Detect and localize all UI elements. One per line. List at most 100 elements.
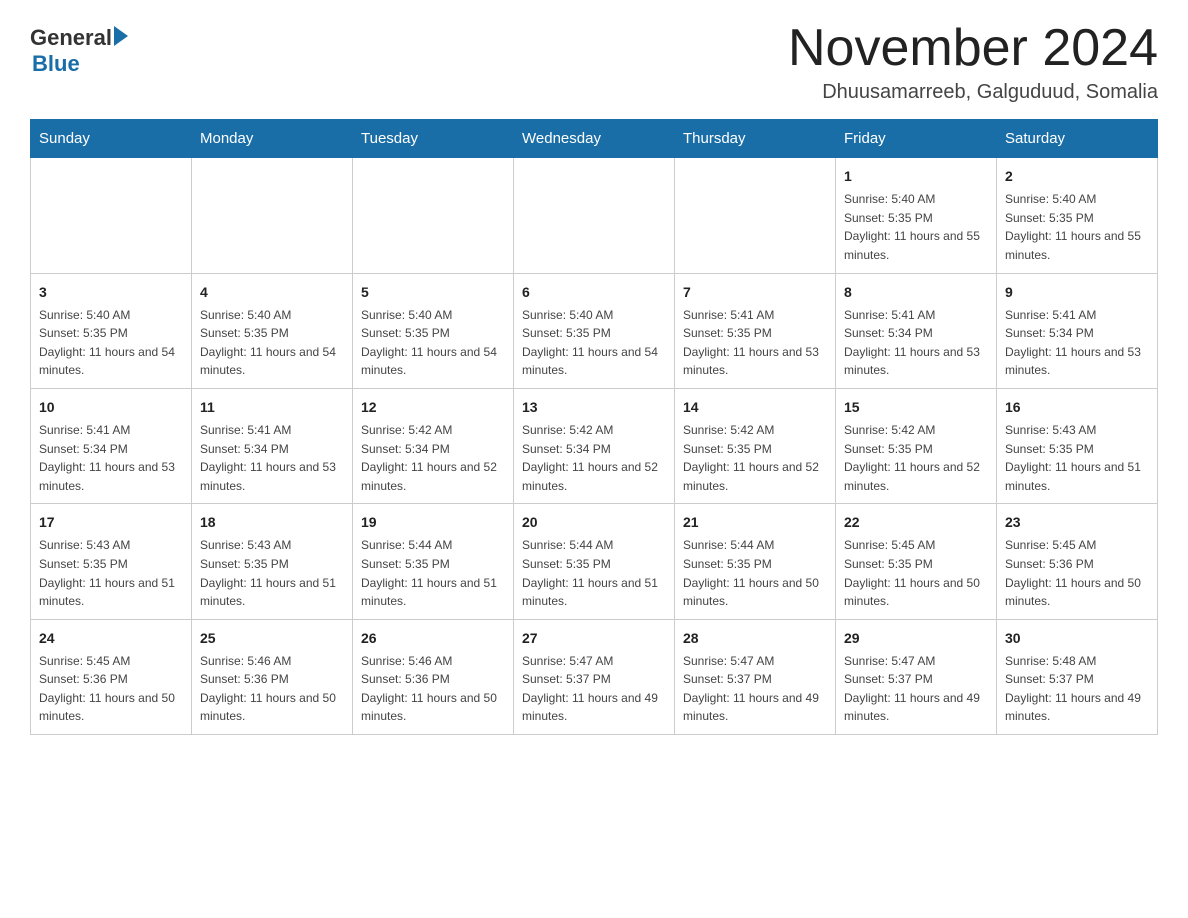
day-number: 30	[1005, 628, 1149, 649]
calendar-table: SundayMondayTuesdayWednesdayThursdayFrid…	[30, 119, 1158, 735]
day-info: Sunrise: 5:47 AMSunset: 5:37 PMDaylight:…	[522, 652, 666, 726]
day-info: Sunrise: 5:43 AMSunset: 5:35 PMDaylight:…	[200, 536, 344, 610]
logo-arrow-icon	[114, 26, 128, 46]
day-info: Sunrise: 5:45 AMSunset: 5:36 PMDaylight:…	[1005, 536, 1149, 610]
day-info: Sunrise: 5:48 AMSunset: 5:37 PMDaylight:…	[1005, 652, 1149, 726]
day-info: Sunrise: 5:44 AMSunset: 5:35 PMDaylight:…	[522, 536, 666, 610]
day-info: Sunrise: 5:44 AMSunset: 5:35 PMDaylight:…	[683, 536, 827, 610]
day-info: Sunrise: 5:41 AMSunset: 5:34 PMDaylight:…	[844, 306, 988, 380]
day-info: Sunrise: 5:40 AMSunset: 5:35 PMDaylight:…	[1005, 190, 1149, 264]
calendar-cell: 8 Sunrise: 5:41 AMSunset: 5:34 PMDaylight…	[836, 273, 997, 388]
day-info: Sunrise: 5:40 AMSunset: 5:35 PMDaylight:…	[200, 306, 344, 380]
day-number: 11	[200, 397, 344, 418]
day-number: 6	[522, 282, 666, 303]
day-number: 28	[683, 628, 827, 649]
day-number: 2	[1005, 166, 1149, 187]
day-info: Sunrise: 5:42 AMSunset: 5:35 PMDaylight:…	[683, 421, 827, 495]
calendar-week-row: 24Sunrise: 5:45 AMSunset: 5:36 PMDayligh…	[31, 619, 1158, 734]
calendar-cell: 9 Sunrise: 5:41 AMSunset: 5:34 PMDaylight…	[997, 273, 1158, 388]
calendar-cell: 25Sunrise: 5:46 AMSunset: 5:36 PMDayligh…	[192, 619, 353, 734]
calendar-cell: 7 Sunrise: 5:41 AMSunset: 5:35 PMDaylight…	[675, 273, 836, 388]
calendar-cell: 6Sunrise: 5:40 AMSunset: 5:35 PMDaylight…	[514, 273, 675, 388]
calendar-cell: 11 Sunrise: 5:41 AMSunset: 5:34 PMDayligh…	[192, 388, 353, 503]
day-info: Sunrise: 5:42 AMSunset: 5:34 PMDaylight:…	[361, 421, 505, 495]
title-block: November 2024 Dhuusamarreeb, Galguduud, …	[788, 20, 1158, 104]
logo-blue-text: Blue	[32, 51, 80, 77]
calendar-cell: 2 Sunrise: 5:40 AMSunset: 5:35 PMDaylight…	[997, 158, 1158, 273]
day-number: 27	[522, 628, 666, 649]
day-info: Sunrise: 5:42 AMSunset: 5:35 PMDaylight:…	[844, 421, 988, 495]
day-number: 17	[39, 512, 183, 533]
day-number: 19	[361, 512, 505, 533]
day-number: 13	[522, 397, 666, 418]
day-info: Sunrise: 5:46 AMSunset: 5:36 PMDaylight:…	[361, 652, 505, 726]
day-number: 7	[683, 282, 827, 303]
calendar-week-row: 17 Sunrise: 5:43 AMSunset: 5:35 PMDayligh…	[31, 504, 1158, 619]
calendar-cell: 14 Sunrise: 5:42 AMSunset: 5:35 PMDayligh…	[675, 388, 836, 503]
day-number: 25	[200, 628, 344, 649]
calendar-cell: 1 Sunrise: 5:40 AMSunset: 5:35 PMDaylight…	[836, 158, 997, 273]
day-info: Sunrise: 5:41 AMSunset: 5:34 PMDaylight:…	[1005, 306, 1149, 380]
weekday-header-friday: Friday	[836, 120, 997, 158]
calendar-cell: 24Sunrise: 5:45 AMSunset: 5:36 PMDayligh…	[31, 619, 192, 734]
calendar-cell: 13 Sunrise: 5:42 AMSunset: 5:34 PMDayligh…	[514, 388, 675, 503]
weekday-header-thursday: Thursday	[675, 120, 836, 158]
day-info: Sunrise: 5:41 AMSunset: 5:34 PMDaylight:…	[200, 421, 344, 495]
page-header: General Blue November 2024 Dhuusamarreeb…	[30, 20, 1158, 104]
day-info: Sunrise: 5:40 AMSunset: 5:35 PMDaylight:…	[361, 306, 505, 380]
calendar-cell: 12 Sunrise: 5:42 AMSunset: 5:34 PMDayligh…	[353, 388, 514, 503]
day-number: 4	[200, 282, 344, 303]
calendar-cell: 26 Sunrise: 5:46 AMSunset: 5:36 PMDayligh…	[353, 619, 514, 734]
calendar-header-row: SundayMondayTuesdayWednesdayThursdayFrid…	[31, 120, 1158, 158]
calendar-cell: 28 Sunrise: 5:47 AMSunset: 5:37 PMDayligh…	[675, 619, 836, 734]
day-info: Sunrise: 5:47 AMSunset: 5:37 PMDaylight:…	[844, 652, 988, 726]
day-number: 20	[522, 512, 666, 533]
day-number: 23	[1005, 512, 1149, 533]
day-number: 1	[844, 166, 988, 187]
calendar-cell: 10Sunrise: 5:41 AMSunset: 5:34 PMDayligh…	[31, 388, 192, 503]
day-number: 5	[361, 282, 505, 303]
calendar-cell: 22Sunrise: 5:45 AMSunset: 5:35 PMDayligh…	[836, 504, 997, 619]
calendar-cell: 29 Sunrise: 5:47 AMSunset: 5:37 PMDayligh…	[836, 619, 997, 734]
calendar-cell: 3Sunrise: 5:40 AMSunset: 5:35 PMDaylight…	[31, 273, 192, 388]
calendar-cell: 20 Sunrise: 5:44 AMSunset: 5:35 PMDayligh…	[514, 504, 675, 619]
day-number: 16	[1005, 397, 1149, 418]
main-title: November 2024	[788, 20, 1158, 77]
day-number: 14	[683, 397, 827, 418]
weekday-header-monday: Monday	[192, 120, 353, 158]
calendar-cell: 17 Sunrise: 5:43 AMSunset: 5:35 PMDayligh…	[31, 504, 192, 619]
calendar-cell: 23 Sunrise: 5:45 AMSunset: 5:36 PMDayligh…	[997, 504, 1158, 619]
day-number: 26	[361, 628, 505, 649]
calendar-cell: 5 Sunrise: 5:40 AMSunset: 5:35 PMDaylight…	[353, 273, 514, 388]
day-number: 21	[683, 512, 827, 533]
weekday-header-tuesday: Tuesday	[353, 120, 514, 158]
day-info: Sunrise: 5:47 AMSunset: 5:37 PMDaylight:…	[683, 652, 827, 726]
day-info: Sunrise: 5:42 AMSunset: 5:34 PMDaylight:…	[522, 421, 666, 495]
location-subtitle: Dhuusamarreeb, Galguduud, Somalia	[788, 81, 1158, 104]
day-number: 8	[844, 282, 988, 303]
logo: General Blue	[30, 20, 128, 77]
calendar-cell	[192, 158, 353, 273]
logo-general-text: General	[30, 25, 112, 51]
day-info: Sunrise: 5:41 AMSunset: 5:35 PMDaylight:…	[683, 306, 827, 380]
calendar-cell: 30 Sunrise: 5:48 AMSunset: 5:37 PMDayligh…	[997, 619, 1158, 734]
day-info: Sunrise: 5:40 AMSunset: 5:35 PMDaylight:…	[39, 306, 183, 380]
calendar-cell	[514, 158, 675, 273]
calendar-cell: 27 Sunrise: 5:47 AMSunset: 5:37 PMDayligh…	[514, 619, 675, 734]
day-number: 15	[844, 397, 988, 418]
calendar-cell: 16Sunrise: 5:43 AMSunset: 5:35 PMDayligh…	[997, 388, 1158, 503]
weekday-header-sunday: Sunday	[31, 120, 192, 158]
calendar-week-row: 1 Sunrise: 5:40 AMSunset: 5:35 PMDaylight…	[31, 158, 1158, 273]
day-number: 22	[844, 512, 988, 533]
calendar-cell: 21 Sunrise: 5:44 AMSunset: 5:35 PMDayligh…	[675, 504, 836, 619]
day-info: Sunrise: 5:43 AMSunset: 5:35 PMDaylight:…	[39, 536, 183, 610]
day-number: 9	[1005, 282, 1149, 303]
day-number: 24	[39, 628, 183, 649]
day-info: Sunrise: 5:40 AMSunset: 5:35 PMDaylight:…	[844, 190, 988, 264]
day-number: 12	[361, 397, 505, 418]
calendar-week-row: 10 Sunrise: 5:41 AMSunset: 5:34 PMDayligh…	[31, 388, 1158, 503]
weekday-header-wednesday: Wednesday	[514, 120, 675, 158]
calendar-cell: 18Sunrise: 5:43 AMSunset: 5:35 PMDayligh…	[192, 504, 353, 619]
day-number: 29	[844, 628, 988, 649]
day-number: 10	[39, 397, 183, 418]
